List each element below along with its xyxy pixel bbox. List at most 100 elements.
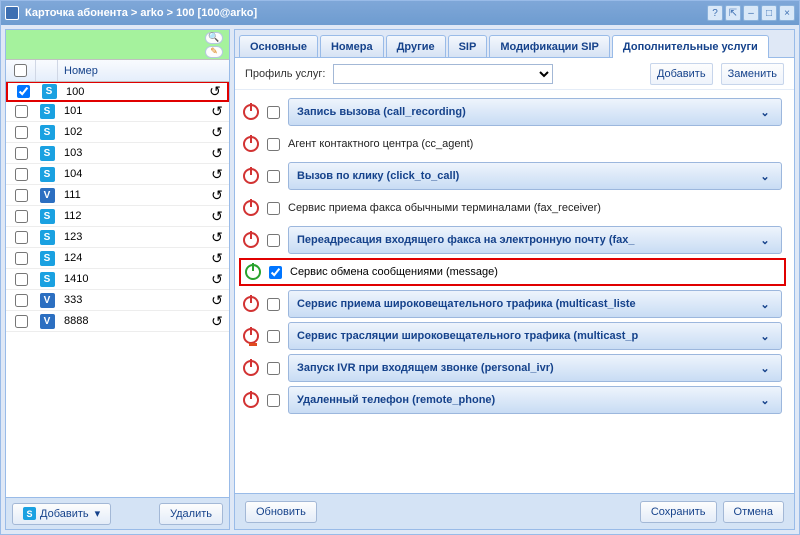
- tab-0[interactable]: Основные: [239, 35, 318, 57]
- row-number: 1410: [58, 273, 205, 285]
- row-checkbox[interactable]: [15, 294, 28, 307]
- service-checkbox[interactable]: [269, 266, 282, 279]
- service-row: Удаленный телефон (remote_phone)⌄: [243, 386, 782, 414]
- row-number: 100: [60, 86, 203, 98]
- power-icon[interactable]: [243, 200, 259, 216]
- table-row[interactable]: V8888↺: [6, 311, 229, 332]
- refresh-icon[interactable]: ↺: [205, 187, 229, 204]
- table-row[interactable]: S102↺: [6, 122, 229, 143]
- right-panel: ОсновныеНомераДругиеSIPМодификации SIPДо…: [234, 29, 795, 530]
- tab-5[interactable]: Дополнительные услуги: [612, 35, 769, 58]
- service-checkbox[interactable]: [267, 362, 280, 375]
- table-row[interactable]: S124↺: [6, 248, 229, 269]
- power-icon[interactable]: [243, 360, 259, 376]
- service-expander[interactable]: Сервис трасляции широковещательного траф…: [288, 322, 782, 350]
- table-row[interactable]: S103↺: [6, 143, 229, 164]
- service-checkbox[interactable]: [267, 106, 280, 119]
- save-button[interactable]: Сохранить: [640, 501, 717, 523]
- service-checkbox[interactable]: [267, 298, 280, 311]
- table-row[interactable]: V111↺: [6, 185, 229, 206]
- row-checkbox[interactable]: [15, 189, 28, 202]
- edit-icon[interactable]: ✎: [205, 46, 223, 58]
- refresh-icon[interactable]: ↺: [203, 83, 227, 100]
- row-checkbox[interactable]: [15, 231, 28, 244]
- row-checkbox[interactable]: [15, 105, 28, 118]
- row-number: 123: [58, 231, 205, 243]
- service-expander[interactable]: Вызов по клику (click_to_call)⌄: [288, 162, 782, 190]
- power-icon[interactable]: [243, 168, 259, 184]
- refresh-icon[interactable]: ↺: [205, 271, 229, 288]
- row-checkbox[interactable]: [15, 168, 28, 181]
- select-all-checkbox[interactable]: [14, 64, 27, 77]
- tab-4[interactable]: Модификации SIP: [489, 35, 610, 57]
- service-checkbox[interactable]: [267, 394, 280, 407]
- tab-2[interactable]: Другие: [386, 35, 446, 57]
- tab-1[interactable]: Номера: [320, 35, 384, 57]
- power-icon[interactable]: [243, 296, 259, 312]
- service-row: Сервис приема факса обычными терминалами…: [243, 194, 782, 222]
- row-checkbox[interactable]: [15, 252, 28, 265]
- power-icon[interactable]: [243, 232, 259, 248]
- table-row[interactable]: S104↺: [6, 164, 229, 185]
- row-checkbox[interactable]: [15, 210, 28, 223]
- row-checkbox[interactable]: [15, 315, 28, 328]
- service-checkbox[interactable]: [267, 202, 280, 215]
- cancel-button[interactable]: Отмена: [723, 501, 784, 523]
- refresh-icon[interactable]: ↺: [205, 103, 229, 120]
- power-icon[interactable]: [243, 392, 259, 408]
- refresh-icon[interactable]: ↺: [205, 313, 229, 330]
- minimize-button[interactable]: –: [743, 5, 759, 21]
- table-row[interactable]: S123↺: [6, 227, 229, 248]
- power-icon[interactable]: [243, 328, 259, 344]
- service-expander[interactable]: Запуск IVR при входящем звонке (personal…: [288, 354, 782, 382]
- close-button[interactable]: ×: [779, 5, 795, 21]
- power-icon[interactable]: [243, 136, 259, 152]
- pin-button[interactable]: ⇱: [725, 5, 741, 21]
- refresh-icon[interactable]: ↺: [205, 250, 229, 267]
- power-icon[interactable]: [245, 264, 261, 280]
- service-label: Сервис обмена сообщениями (message): [290, 266, 780, 278]
- refresh-icon[interactable]: ↺: [205, 208, 229, 225]
- search-input[interactable]: [8, 32, 203, 57]
- service-expander[interactable]: Запись вызова (call_recording)⌄: [288, 98, 782, 126]
- service-checkbox[interactable]: [267, 170, 280, 183]
- refresh-icon[interactable]: ↺: [205, 145, 229, 162]
- type-icon: V: [40, 314, 55, 329]
- power-icon[interactable]: [243, 104, 259, 120]
- refresh-icon[interactable]: ↺: [205, 292, 229, 309]
- refresh-icon[interactable]: ↺: [205, 229, 229, 246]
- profile-select[interactable]: [333, 64, 553, 84]
- help-button[interactable]: ?: [707, 5, 723, 21]
- profile-label: Профиль услуг:: [245, 68, 325, 80]
- refresh-button[interactable]: Обновить: [245, 501, 317, 523]
- maximize-button[interactable]: □: [761, 5, 777, 21]
- table-row[interactable]: S112↺: [6, 206, 229, 227]
- profile-add-button[interactable]: Добавить: [650, 63, 713, 85]
- refresh-icon[interactable]: ↺: [205, 166, 229, 183]
- service-checkbox[interactable]: [267, 330, 280, 343]
- service-expander[interactable]: Сервис приема широковещательного трафика…: [288, 290, 782, 318]
- row-checkbox[interactable]: [15, 273, 28, 286]
- service-checkbox[interactable]: [267, 138, 280, 151]
- chevron-down-icon: ⌄: [757, 106, 773, 119]
- profile-replace-button[interactable]: Заменить: [721, 63, 784, 85]
- service-checkbox[interactable]: [267, 234, 280, 247]
- tab-3[interactable]: SIP: [448, 35, 488, 57]
- add-number-button[interactable]: SДобавить▾: [12, 503, 111, 525]
- row-number: 112: [58, 210, 205, 222]
- col-number[interactable]: Номер: [58, 65, 229, 77]
- table-row[interactable]: V333↺: [6, 290, 229, 311]
- service-expander[interactable]: Удаленный телефон (remote_phone)⌄: [288, 386, 782, 414]
- table-row[interactable]: S100↺: [6, 82, 229, 102]
- table-row[interactable]: S101↺: [6, 101, 229, 122]
- row-checkbox[interactable]: [15, 126, 28, 139]
- refresh-icon[interactable]: ↺: [205, 124, 229, 141]
- row-checkbox[interactable]: [15, 147, 28, 160]
- row-checkbox[interactable]: [17, 85, 30, 98]
- type-icon: S: [40, 209, 55, 224]
- service-expander[interactable]: Переадресация входящего факса на электро…: [288, 226, 782, 254]
- delete-number-button[interactable]: Удалить: [159, 503, 223, 525]
- profile-row: Профиль услуг: Добавить Заменить: [235, 58, 794, 90]
- table-row[interactable]: S1410↺: [6, 269, 229, 290]
- search-icon[interactable]: 🔍: [205, 32, 223, 44]
